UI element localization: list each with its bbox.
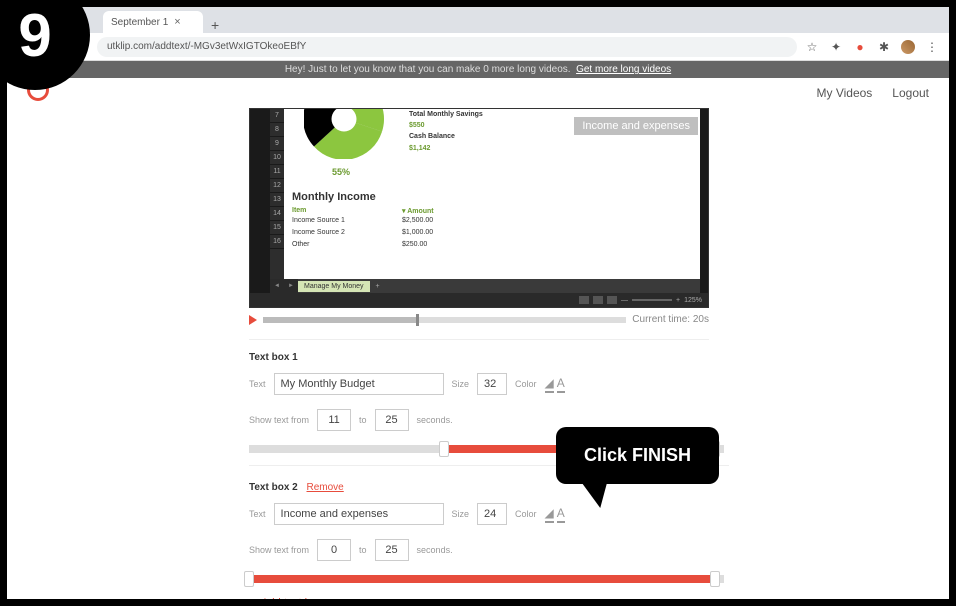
range-handle-start[interactable] — [244, 571, 254, 587]
size-label: Size — [452, 379, 470, 389]
show-from-label: Show text from — [249, 415, 309, 425]
to-label: to — [359, 545, 367, 555]
fill-color-icon: ◢ — [545, 506, 554, 523]
textbox-title: Text box 1 — [249, 352, 729, 363]
plus-icon: + — [249, 595, 257, 599]
text-input[interactable] — [274, 503, 444, 525]
table-header: Item ▾ Amount — [292, 207, 692, 215]
menu-icon[interactable]: ⋮ — [925, 40, 939, 54]
color-label: Color — [515, 379, 537, 389]
seconds-label: seconds. — [417, 545, 453, 555]
url-input[interactable]: utklip.com/addtext/-MGv3etWxIGTOkeoEBfY — [97, 37, 797, 57]
add-textbox-link[interactable]: + Add text box — [249, 595, 729, 599]
spreadsheet-tabs: ◄ ► Manage My Money + — [270, 279, 700, 293]
my-videos-link[interactable]: My Videos — [816, 86, 872, 100]
textbox-section-2: Text box 2 Remove Text Size Color ◢A Sho… — [249, 478, 729, 599]
pie-chart — [304, 108, 384, 159]
to-label: to — [359, 415, 367, 425]
range-handle-start[interactable] — [439, 441, 449, 457]
video-preview: 7 8 9 10 11 12 13 14 15 16 — [249, 108, 709, 308]
browser-tab[interactable]: September 1 × — [103, 11, 203, 33]
remove-link[interactable]: Remove — [307, 482, 344, 493]
size-input[interactable] — [477, 503, 507, 525]
text-input[interactable] — [274, 373, 444, 395]
fill-color-icon: ◢ — [545, 376, 554, 393]
app-header: My Videos Logout — [7, 78, 949, 108]
current-time: Current time: 20s — [632, 314, 709, 325]
video-controls: — + 125% — [250, 293, 708, 307]
spreadsheet-row-numbers: 7 8 9 10 11 12 13 14 15 16 — [270, 109, 284, 279]
range-slider[interactable] — [249, 575, 724, 583]
table-row: Income Source 1$2,500.00 — [292, 215, 692, 227]
puzzle-icon[interactable]: ✱ — [877, 40, 891, 54]
seconds-label: seconds. — [417, 415, 453, 425]
to-input[interactable] — [375, 539, 409, 561]
text-label: Text — [249, 509, 266, 519]
star-icon[interactable]: ☆ — [805, 40, 819, 54]
text-color-icon: A — [557, 506, 565, 523]
text-color-icon: A — [557, 376, 565, 393]
color-picker[interactable]: ◢A — [545, 506, 565, 523]
address-bar: utklip.com/addtext/-MGv3etWxIGTOkeoEBfY … — [7, 33, 949, 61]
timeline[interactable]: Current time: 20s — [249, 308, 709, 331]
from-input[interactable] — [317, 409, 351, 431]
table-row: Income Source 2$1,000.00 — [292, 227, 692, 239]
size-label: Size — [452, 509, 470, 519]
show-from-label: Show text from — [249, 545, 309, 555]
avatar[interactable] — [901, 40, 915, 54]
close-icon[interactable]: × — [174, 16, 180, 28]
timeline-handle[interactable] — [416, 314, 419, 326]
income-heading: Monthly Income — [292, 191, 692, 203]
from-input[interactable] — [317, 539, 351, 561]
notification-banner: Hey! Just to let you know that you can m… — [7, 61, 949, 78]
color-label: Color — [515, 509, 537, 519]
text-label: Text — [249, 379, 266, 389]
to-input[interactable] — [375, 409, 409, 431]
play-icon[interactable] — [249, 315, 257, 325]
sheet-tab: Manage My Money — [298, 281, 370, 292]
video-text-overlay: Income and expenses — [574, 117, 698, 135]
size-input[interactable] — [477, 373, 507, 395]
extension-icon[interactable]: ✦ — [829, 40, 843, 54]
color-picker[interactable]: ◢A — [545, 376, 565, 393]
timeline-track[interactable] — [263, 317, 626, 323]
new-tab-button[interactable]: + — [203, 17, 227, 33]
banner-link[interactable]: Get more long videos — [576, 64, 671, 75]
range-handle-end[interactable] — [710, 571, 720, 587]
watermark: outklip — [614, 249, 678, 267]
record-icon[interactable]: ● — [853, 40, 867, 54]
browser-tabs: September 1 × + — [7, 7, 949, 33]
pie-label: 55% — [332, 167, 350, 177]
instruction-callout: Click FINISH — [556, 427, 719, 484]
tab-title: September 1 — [111, 17, 168, 28]
summary-panel: Total Monthly Savings $550 Cash Balance … — [409, 109, 483, 154]
logout-link[interactable]: Logout — [892, 86, 929, 100]
